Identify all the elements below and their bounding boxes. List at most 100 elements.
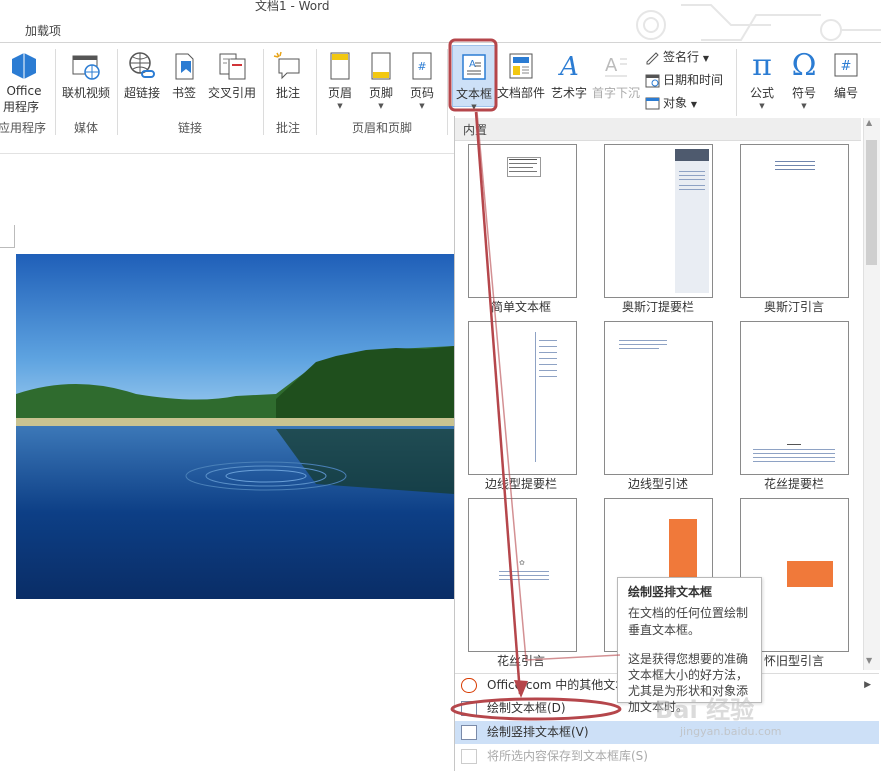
scroll-up-icon[interactable]: ▲: [866, 118, 872, 127]
watermark-url: jingyan.baidu.com: [680, 725, 782, 738]
divider: [263, 49, 264, 135]
textbox-icon: A: [462, 54, 486, 80]
svg-text:A: A: [605, 55, 618, 76]
symbol-button[interactable]: Ω 符号 ▼: [784, 49, 824, 110]
online-video-label: 联机视频: [61, 86, 110, 100]
object-label: 对象: [663, 96, 688, 110]
window-title: 文档1 - Word: [255, 0, 330, 13]
office-apps-button[interactable]: Office 用程序: [0, 51, 48, 115]
chevron-down-icon: ▼: [690, 100, 697, 109]
group-links-label: 链接: [177, 121, 202, 135]
gallery-item-sideline-quote[interactable]: [604, 321, 713, 475]
chevron-down-icon: ▼: [419, 102, 425, 110]
textbox-label: 文本框: [455, 87, 492, 101]
draw-textbox-icon: [461, 701, 477, 716]
crossref-button[interactable]: 交叉引用: [204, 51, 260, 101]
hyperlink-button[interactable]: 超链接: [121, 51, 163, 101]
office-com-icon: [461, 678, 477, 693]
save-to-gallery-icon: [461, 749, 477, 764]
equation-label: 公式: [749, 86, 774, 100]
comment-label: 批注: [275, 86, 300, 100]
header-icon: [330, 52, 350, 80]
wordart-button[interactable]: A 艺术字: [548, 51, 590, 101]
scrollbar-thumb[interactable]: [866, 140, 877, 265]
tab-addins[interactable]: 加载项: [25, 22, 61, 39]
lake-photo[interactable]: [16, 254, 454, 599]
page-number-button[interactable]: # 页码 ▼: [403, 51, 441, 110]
gallery-item-simple-textbox[interactable]: [468, 144, 577, 298]
calendar-icon: [645, 74, 660, 88]
svg-text:Ω: Ω: [792, 49, 817, 81]
menu-save-selection[interactable]: 将所选内容保存到文本框库(S): [455, 745, 879, 768]
bookmark-button[interactable]: 书签: [166, 51, 202, 101]
gallery-item-sideline-sidebar[interactable]: [468, 321, 577, 475]
scroll-down-icon[interactable]: ▼: [866, 656, 872, 665]
wordart-icon: A: [558, 52, 579, 81]
dropcap-button[interactable]: A 首字下沉: [590, 51, 642, 101]
group-media-label: 媒体: [73, 121, 98, 135]
gallery-caption: 花丝提要栏: [763, 477, 824, 491]
gallery-item-austin-quote[interactable]: [740, 144, 849, 298]
crossref-icon: [219, 53, 246, 80]
hyperlink-label: 超链接: [123, 86, 160, 100]
svg-text:#: #: [417, 60, 426, 73]
equation-button[interactable]: π 公式 ▼: [742, 49, 782, 110]
quickparts-icon: [509, 53, 533, 79]
object-icon: [645, 97, 660, 110]
svg-text:A: A: [469, 59, 476, 70]
header-label: 页眉: [327, 86, 352, 100]
dropcap-label: 首字下沉: [591, 86, 640, 100]
quickparts-label: 文档部件: [496, 86, 545, 100]
gallery-section-label: 内置: [463, 123, 488, 137]
gallery-caption: 简单文本框: [490, 300, 551, 314]
quickparts-button[interactable]: 文档部件: [496, 51, 546, 101]
gallery-caption: 边线型提要栏: [484, 477, 557, 491]
footer-button[interactable]: 页脚 ▼: [362, 51, 400, 110]
menu-save-label: 将所选内容保存到文本框库(S): [487, 749, 648, 763]
signature-icon: [646, 52, 659, 65]
page-number-icon: #: [412, 52, 432, 80]
divider: [447, 49, 448, 135]
menu-draw-vertical-label: 绘制竖排文本框(V): [487, 725, 589, 739]
group-headerfooter-label: 页眉和页脚: [351, 121, 412, 135]
gallery-item-filigree-quote[interactable]: ✿: [468, 498, 577, 652]
chevron-down-icon: ▼: [702, 54, 709, 63]
tooltip-line: 文本框大小的好方法，: [628, 668, 749, 682]
textbox-button[interactable]: A 文本框 ▼: [452, 45, 496, 111]
divider: [55, 49, 56, 135]
gallery-item-filigree-sidebar[interactable]: [740, 321, 849, 475]
online-video-button[interactable]: 联机视频: [58, 51, 114, 101]
group-comments-label: 批注: [275, 121, 300, 135]
gallery-caption: 边线型引述: [627, 477, 688, 491]
gallery-caption: 奥斯汀引言: [763, 300, 824, 314]
object-button[interactable]: 对象 ▼: [645, 93, 697, 113]
divider: [316, 49, 317, 135]
tooltip-line: 垂直文本框。: [628, 623, 701, 637]
ornament-icon: ✿: [519, 559, 525, 567]
video-icon: [72, 55, 100, 80]
divider: [117, 49, 118, 135]
tooltip-title: 绘制竖排文本框: [628, 585, 713, 599]
chevron-down-icon: ▼: [337, 102, 343, 110]
ruler-line: [0, 153, 455, 154]
signature-button[interactable]: 签名行 ▼: [645, 47, 709, 67]
svg-text:π: π: [752, 49, 772, 81]
svg-text:A: A: [558, 52, 579, 81]
number-icon: #: [834, 53, 858, 77]
menu-more-label: Office.com 中的其他文本: [487, 678, 628, 692]
datetime-button[interactable]: 日期和时间: [645, 70, 723, 90]
office-apps-label-2: 用程序: [2, 100, 39, 114]
comment-button[interactable]: 批注: [268, 51, 308, 101]
number-label: 编号: [833, 86, 858, 100]
store-icon: [12, 53, 36, 79]
dropcap-icon: A: [605, 55, 627, 77]
footer-label: 页脚: [368, 86, 393, 100]
bookmark-icon: [175, 53, 194, 80]
gallery-item-austin-sidebar[interactable]: [604, 144, 713, 298]
header-button[interactable]: 页眉 ▼: [321, 51, 359, 110]
number-button[interactable]: # 编号: [826, 51, 866, 101]
svg-text:#: #: [841, 59, 852, 74]
tooltip-line: 这是获得您想要的准确: [628, 652, 749, 666]
office-apps-label-1: Office: [6, 84, 42, 98]
chevron-down-icon: ▼: [378, 102, 384, 110]
